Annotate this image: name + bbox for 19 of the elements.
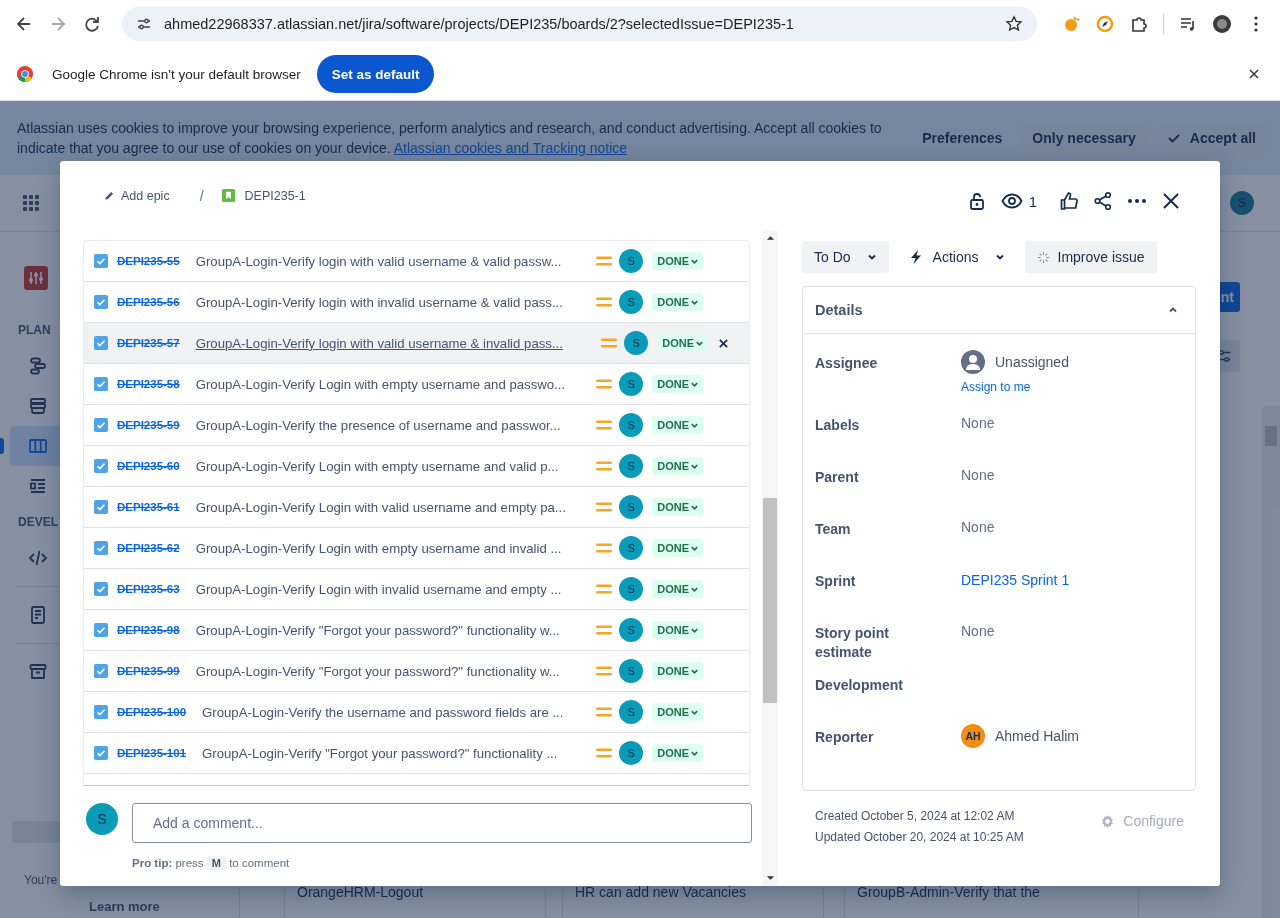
field-label: Labels [815,416,861,435]
user-avatar: S [86,803,118,835]
field-label: Reporter [815,728,875,747]
updated-date: Updated October 20, 2024 at 10:25 AM [815,830,1024,844]
pro-tip: Pro tip: press M to comment [132,857,291,869]
created-date: Created October 5, 2024 at 12:02 AM [815,809,1016,823]
infobar-message: Google Chrome isn't your default browser [52,66,301,82]
reporter-avatar: AH [961,724,985,748]
promo-text: You're [23,873,59,887]
field-label: Assignee [815,354,879,373]
breadcrumb-separator: / [199,187,204,204]
cookie-message: Atlassian uses cookies to improve your browsing experience, perform analytics and research, and conduct advertising. Accept all cookies to indicate that you agree to our use of cookies on your device. Atlassian cookies and Tracking notice [17,119,883,158]
sidebar-heading: PLAN [17,322,52,339]
sidebar-heading: DEVEL [17,514,59,531]
field-label: Team [815,520,852,539]
field-label: Development [815,676,904,695]
field-label: Sprint [815,572,857,591]
field-label: Parent [815,468,860,487]
field-label: Story point estimate [815,624,890,662]
